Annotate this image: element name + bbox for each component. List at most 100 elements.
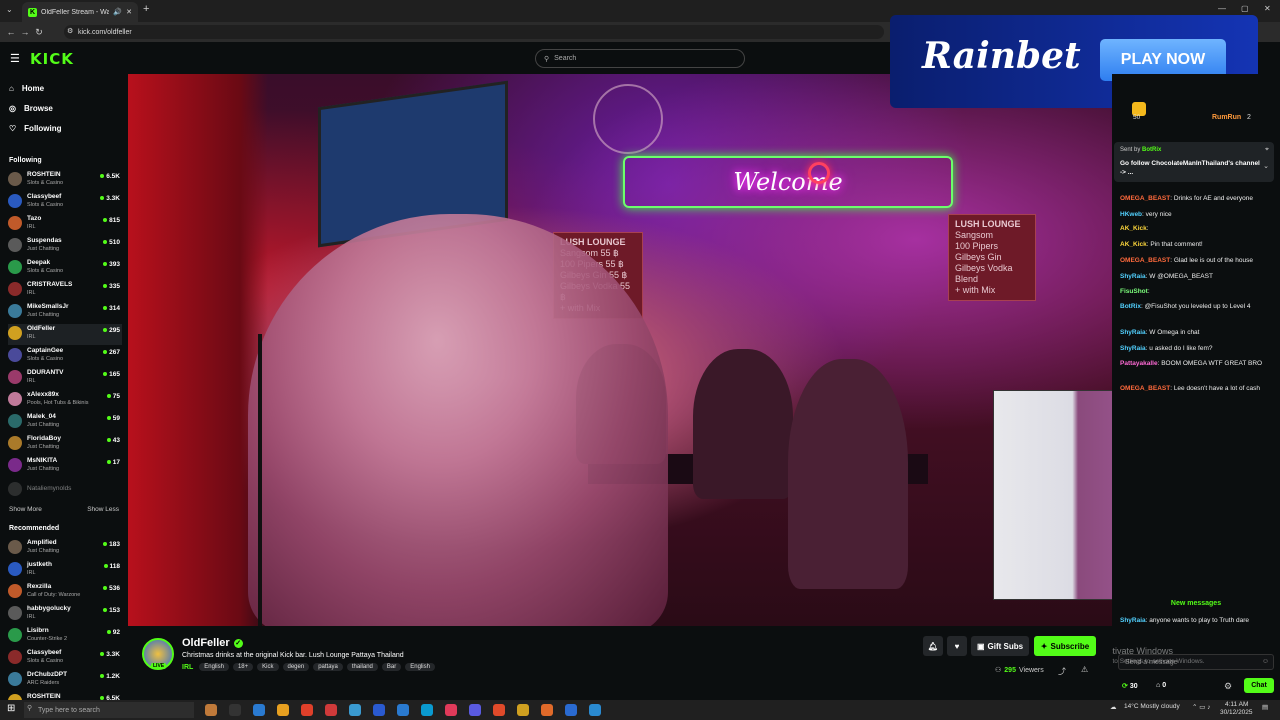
- notification-bell-button[interactable]: 🔔︎: [923, 636, 943, 656]
- chat-username[interactable]: HKweb: [1120, 211, 1142, 218]
- chat-username[interactable]: FisuShot: [1120, 288, 1148, 295]
- channel-name[interactable]: OldFeller: [182, 637, 230, 649]
- stream-tag[interactable]: Bar: [381, 663, 402, 671]
- task-view-icon[interactable]: [229, 704, 241, 716]
- back-icon[interactable]: ←: [4, 27, 18, 37]
- weather-text[interactable]: 14°C Mostly cloudy: [1124, 703, 1180, 710]
- guitar-app-icon[interactable]: [205, 704, 217, 716]
- edge-icon[interactable]: [421, 704, 433, 716]
- pin-icon[interactable]: ⌖: [1265, 146, 1269, 154]
- stream-tag[interactable]: pattaya: [313, 663, 343, 671]
- app-icon[interactable]: [445, 704, 457, 716]
- app-icon[interactable]: [349, 704, 361, 716]
- stream-tag[interactable]: English: [199, 663, 229, 671]
- report-icon[interactable]: ⚠: [1081, 665, 1088, 674]
- nav-browse[interactable]: ◎ Browse: [9, 104, 53, 113]
- sidebar-channel[interactable]: Deepak Slots & Casino 393: [8, 258, 122, 279]
- sidebar-channel[interactable]: xAlexx89x Pools, Hot Tubs & Bikinis 75: [8, 390, 122, 411]
- forward-icon[interactable]: →: [18, 27, 32, 37]
- app-icon[interactable]: [565, 704, 577, 716]
- stream-category[interactable]: IRL: [182, 664, 193, 671]
- weather-icon[interactable]: ☁: [1110, 703, 1117, 711]
- share-icon[interactable]: ⤴: [1058, 666, 1066, 677]
- sidebar-channel[interactable]: CaptainGee Slots & Casino 267: [8, 346, 122, 367]
- brave-icon[interactable]: [493, 704, 505, 716]
- minimize-icon[interactable]: —: [1218, 4, 1226, 13]
- sidebar-channel[interactable]: Classybeef Slots & Casino 3.3K: [8, 648, 122, 669]
- sidebar-channel[interactable]: Suspendas Just Chatting 510: [8, 236, 122, 257]
- chrome-icon[interactable]: [253, 704, 265, 716]
- sidebar-channel[interactable]: Malek_04 Just Chatting 59: [8, 412, 122, 433]
- maximize-icon[interactable]: ▢: [1241, 4, 1249, 13]
- new-tab-icon[interactable]: +: [143, 3, 149, 15]
- chat-username[interactable]: ShyRaia: [1120, 617, 1146, 624]
- chat-username[interactable]: ShyRaia: [1120, 345, 1146, 352]
- steam-icon[interactable]: [397, 704, 409, 716]
- clock-time[interactable]: 4:11 AM: [1225, 701, 1248, 708]
- sidebar-channel[interactable]: MikeSmallsJr Just Chatting 314: [8, 302, 122, 323]
- stream-tag[interactable]: Kick: [257, 663, 279, 671]
- nav-following[interactable]: ♡ Following: [9, 124, 62, 133]
- follow-heart-button[interactable]: ♥: [947, 636, 967, 656]
- sidebar-channel[interactable]: CRISTRAVELS IRL 335: [8, 280, 122, 301]
- chat-username[interactable]: BotRix: [1120, 303, 1141, 310]
- chat-username[interactable]: OMEGA_BEAST: [1120, 385, 1170, 392]
- tray-icons[interactable]: ⌃ ▭ ♪: [1192, 703, 1210, 711]
- sidebar-channel[interactable]: Lisibrn Counter-Strike 2 92: [8, 626, 122, 647]
- clock-date[interactable]: 30/12/2025: [1220, 709, 1253, 716]
- gift-subs-button[interactable]: ▣ Gift Subs: [971, 636, 1029, 656]
- kick-logo[interactable]: KICK: [30, 50, 74, 68]
- chat-settings-icon[interactable]: ⚙: [1224, 681, 1232, 692]
- app-icon[interactable]: [541, 704, 553, 716]
- url-field[interactable]: ⚙ kick.com/oldfeller: [64, 25, 884, 39]
- channel-points[interactable]: ⟳ 30: [1122, 682, 1138, 690]
- stream-tag[interactable]: English: [405, 663, 435, 671]
- chat-username[interactable]: ShyRaia: [1120, 329, 1146, 336]
- chat-username[interactable]: OMEGA_BEAST: [1120, 195, 1170, 202]
- sidebar-channel[interactable]: Rexzilla Call of Duty: Warzone 536: [8, 582, 122, 603]
- opera-icon[interactable]: [517, 704, 529, 716]
- show-less-button[interactable]: Show Less: [87, 506, 119, 513]
- browser-tab[interactable]: K OldFeller Stream - Watch L 🔊 ✕: [22, 2, 138, 22]
- sidebar-channel[interactable]: Tazo IRL 815: [8, 214, 122, 235]
- window-close-icon[interactable]: ✕: [1264, 4, 1271, 13]
- gifts-count[interactable]: ⌂ 0: [1156, 682, 1166, 689]
- tab-close-icon[interactable]: ✕: [126, 8, 132, 16]
- sidebar-channel[interactable]: justketh IRL 118: [8, 560, 122, 581]
- video-player[interactable]: Welcome LUSH LOUNGESangsom 55 ฿100 Piper…: [128, 74, 1112, 626]
- speaker-icon[interactable]: 🔊: [113, 8, 122, 16]
- sidebar-channel[interactable]: Classybeef Slots & Casino 3.3K: [8, 192, 122, 213]
- sidebar-channel[interactable]: DDURANTV IRL 165: [8, 368, 122, 389]
- chevron-down-icon[interactable]: ⌄: [1263, 162, 1269, 170]
- new-messages-banner[interactable]: New messages: [1112, 600, 1280, 607]
- search-input[interactable]: ⚲ Search: [535, 49, 745, 68]
- app-icon[interactable]: [373, 704, 385, 716]
- nav-home[interactable]: ⌂ Home: [9, 84, 44, 93]
- app-icon[interactable]: [325, 704, 337, 716]
- firefox-icon[interactable]: [301, 704, 313, 716]
- sidebar-channel[interactable]: Amplified Just Chatting 183: [8, 538, 122, 559]
- app-icon[interactable]: [469, 704, 481, 716]
- app-icon[interactable]: [277, 704, 289, 716]
- sidebar-channel[interactable]: DrChubzDPT ARC Raiders 1.2K: [8, 670, 122, 691]
- subscribe-button[interactable]: ✦ Subscribe: [1034, 636, 1096, 656]
- offline-channel[interactable]: Nataliemynolds: [8, 480, 122, 501]
- show-more-button[interactable]: Show More: [9, 506, 42, 513]
- sidebar-channel[interactable]: habbygolucky IRL 153: [8, 604, 122, 625]
- chat-username[interactable]: AK_Kick: [1120, 225, 1147, 232]
- reload-icon[interactable]: ↻: [32, 27, 46, 38]
- emoji-icon[interactable]: ☺: [1262, 658, 1269, 665]
- windows-start-icon[interactable]: ⊞: [7, 703, 15, 714]
- app-icon[interactable]: [589, 704, 601, 716]
- stream-tag[interactable]: 18+: [232, 663, 254, 671]
- menu-icon[interactable]: ☰: [10, 52, 20, 65]
- site-info-icon[interactable]: ⚙: [67, 27, 73, 35]
- sidebar-channel[interactable]: MsNIKITA Just Chatting 17: [8, 456, 122, 477]
- sidebar-channel[interactable]: FloridaBoy Just Chatting 43: [8, 434, 122, 455]
- chat-username[interactable]: AK_Kick: [1120, 241, 1147, 248]
- tab-list-icon[interactable]: ⌄: [6, 5, 13, 14]
- chat-username[interactable]: ShyRaia: [1120, 273, 1146, 280]
- stream-tag[interactable]: degen: [282, 663, 310, 671]
- chat-username[interactable]: OMEGA_BEAST: [1120, 257, 1170, 264]
- notifications-icon[interactable]: ▤: [1262, 703, 1268, 711]
